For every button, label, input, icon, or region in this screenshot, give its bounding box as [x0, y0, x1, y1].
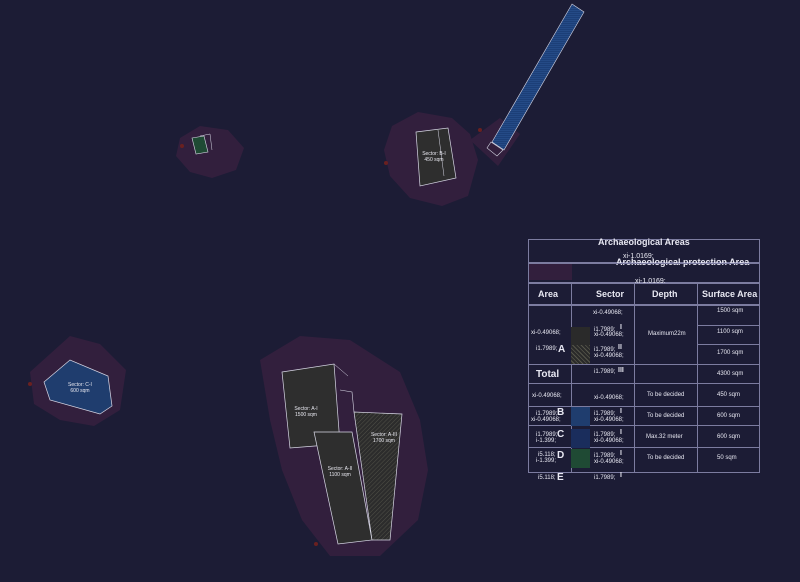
sector-numeral: I [620, 429, 622, 436]
sector-code: xi-0.49068; [594, 417, 624, 423]
sector-code: xi-0.49068; [594, 395, 624, 401]
surface-value: 1500 sqm [717, 308, 744, 314]
area-code: i-1.399; [536, 458, 557, 464]
surface-value: 50 sqm [717, 455, 737, 461]
sector-numeral: II [618, 344, 622, 351]
header-depth: Depth [652, 289, 678, 299]
swatch-a-iii [571, 345, 590, 364]
header-surface: Surface Area [702, 289, 758, 299]
swatch-d [571, 449, 590, 468]
sector-numeral: I [620, 450, 622, 457]
sector-numeral: III [618, 367, 624, 374]
trench-strip [486, 3, 585, 157]
legend-table: Archaeological Areas xi-1.0169; Archaeol… [528, 237, 760, 483]
depth-d: To be decided [647, 455, 685, 461]
swatch-a-ii [571, 327, 590, 346]
marker [384, 161, 388, 165]
sector-code: i1.7989; [594, 369, 616, 375]
sector-code: xi-0.49068; [594, 353, 624, 359]
area-code: i-1.399; [536, 438, 557, 444]
sector-a-iii-area: 1700 sqm [373, 438, 395, 444]
area-code: xi-0.49068; [531, 330, 561, 336]
sector-code: xi-0.49068; [593, 310, 623, 316]
area-e: E [557, 472, 564, 483]
area-c: C [557, 429, 565, 440]
sector-numeral: I [620, 408, 622, 415]
legend-title: Archaeological Areas [598, 237, 690, 247]
surface-value: 4300 sqm [717, 371, 744, 377]
depth-c: Max.32 meter [646, 434, 683, 440]
surface-value: 1700 sqm [717, 350, 744, 356]
sector-numeral: I [620, 472, 622, 479]
sector-b-area: 450 sqm [424, 157, 443, 163]
area-d: D [557, 450, 565, 461]
depth-b2: To be decided [647, 413, 685, 419]
sector-numeral: I [620, 324, 622, 331]
area-a: A [558, 344, 566, 355]
surface-value: 1100 sqm [717, 329, 743, 335]
area-code: xi-0.49068; [531, 417, 561, 423]
depth-b1: To be decided [647, 392, 685, 398]
swatch-c [571, 429, 590, 448]
area-code: xi-0.49068; [532, 393, 562, 399]
sector-code: i1.7989; [594, 475, 616, 481]
protection-zones [30, 112, 572, 556]
surface-value: 600 sqm [717, 413, 741, 419]
header-area: Area [538, 289, 559, 299]
area-code: i1.7989; [536, 346, 558, 352]
sector-c-area: 600 sqm [70, 388, 89, 394]
sector-a-i-area: 1500 sqm [295, 412, 317, 418]
marker [28, 382, 32, 386]
sector-a-ii-area: 1100 sqm [329, 472, 351, 478]
marker [478, 128, 482, 132]
area-code: i5.118; [538, 475, 556, 481]
swatch-b [571, 407, 590, 426]
header-sector: Sector [596, 289, 625, 299]
depth-a: Maximum22m [648, 331, 686, 337]
sector-code: xi-0.49068; [594, 459, 624, 465]
surface-value: 600 sqm [717, 434, 741, 440]
total-label: Total [536, 369, 560, 380]
marker [314, 542, 318, 546]
marker [180, 144, 184, 148]
sector-code: xi-0.49068; [594, 332, 624, 338]
surface-value: 450 sqm [717, 392, 741, 398]
sector-code: xi-0.49068; [594, 438, 624, 444]
